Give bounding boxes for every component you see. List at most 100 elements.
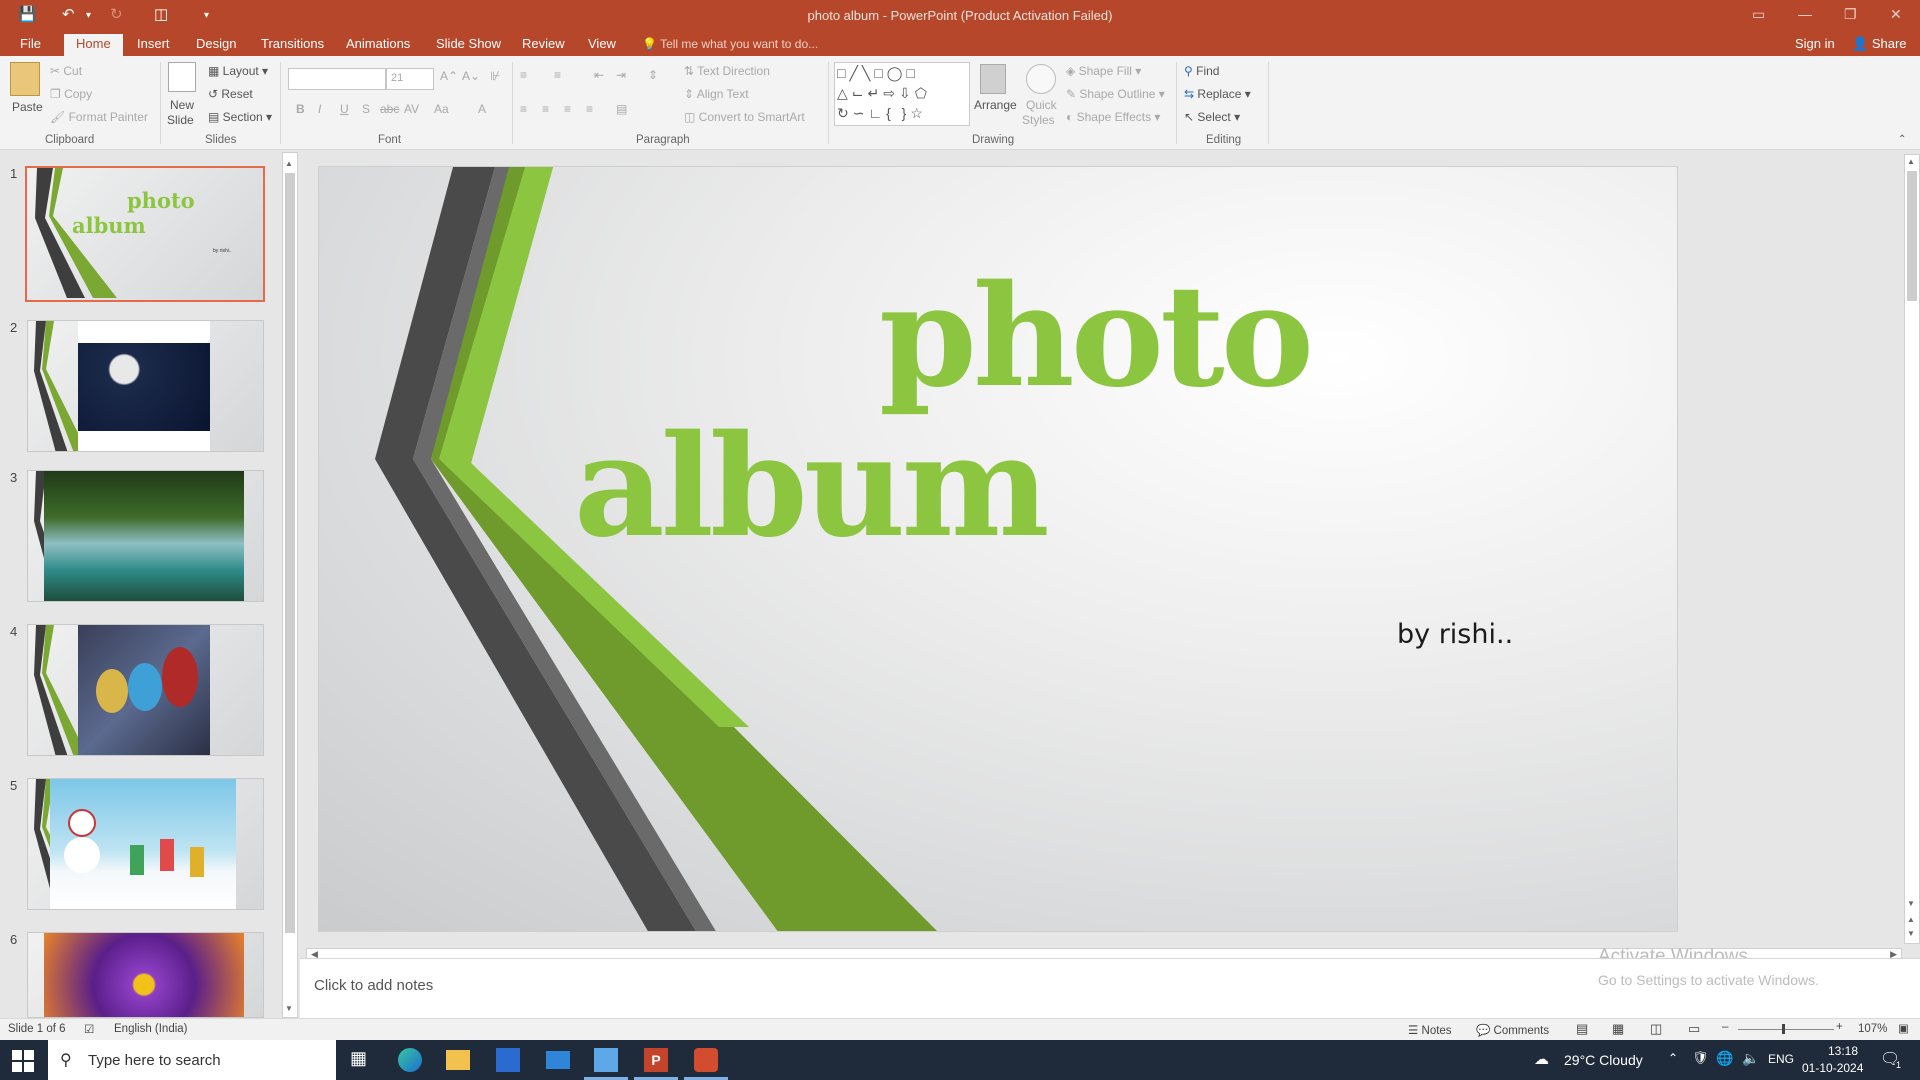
normal-view-icon[interactable]: ▤ xyxy=(1576,1021,1588,1037)
shapes-gallery[interactable]: □╱╲□◯□ △⌙↵⇨⇩⬠ ↻∽∟{ }☆ xyxy=(834,62,970,126)
editor-vertical-scrollbar[interactable]: ▲ ▼ ▲ ▼ xyxy=(1904,154,1920,944)
reset-button[interactable]: ↺ Reset xyxy=(208,87,253,101)
tab-animations[interactable]: Animations xyxy=(346,36,410,51)
slide-show-icon[interactable]: ▭ xyxy=(1688,1021,1700,1037)
weather-text[interactable]: 29°C Cloudy xyxy=(1564,1052,1643,1068)
weather-icon[interactable]: ☁ xyxy=(1534,1050,1549,1068)
photos-icon[interactable] xyxy=(594,1048,618,1072)
select-button[interactable]: ↖ Select ▾ xyxy=(1184,110,1240,124)
slide-thumbnail-1[interactable]: photo album by rishi.. xyxy=(25,166,265,302)
sign-in-link[interactable]: Sign in xyxy=(1795,36,1835,51)
notes-button[interactable]: ☰ Notes xyxy=(1408,1023,1452,1037)
slide-thumbnail-5[interactable] xyxy=(27,778,264,910)
microsoft-store-icon[interactable] xyxy=(496,1048,520,1072)
edge-icon[interactable] xyxy=(398,1048,422,1072)
arrange-icon[interactable] xyxy=(980,64,1006,94)
security-icon[interactable]: 🛡 xyxy=(1692,1050,1709,1066)
zoom-level[interactable]: 107% xyxy=(1858,1023,1887,1035)
show-hidden-icons[interactable]: ⌃ xyxy=(1668,1051,1678,1065)
notes-placeholder[interactable]: Click to add notes xyxy=(314,977,433,994)
tab-design[interactable]: Design xyxy=(196,36,236,51)
cut-button: ✂ Cut xyxy=(50,64,83,78)
share-button[interactable]: 👤 Share xyxy=(1852,36,1907,52)
app-icon[interactable] xyxy=(694,1048,718,1072)
font-name-combo[interactable] xyxy=(288,68,386,90)
character-spacing-icon: AV xyxy=(404,102,420,116)
slide-thumbnail-6[interactable] xyxy=(27,932,264,1018)
new-slide-label-2[interactable]: Slide xyxy=(167,113,194,127)
scroll-down-icon[interactable]: ▼ xyxy=(1907,899,1915,908)
tab-insert[interactable]: Insert xyxy=(137,36,170,51)
minimize-button[interactable]: — xyxy=(1798,6,1812,22)
next-slide-icon[interactable]: ▼ xyxy=(1907,929,1915,938)
slide-canvas[interactable]: photo album by rishi.. xyxy=(318,166,1678,932)
tell-me-box[interactable]: 💡 Tell me what you want to do... xyxy=(642,37,818,51)
slide-title-line2[interactable]: album xyxy=(574,417,1050,557)
clock-date[interactable]: 01-10-2024 xyxy=(1802,1061,1863,1075)
tab-view[interactable]: View xyxy=(588,36,616,51)
scroll-up-icon[interactable]: ▲ xyxy=(1907,157,1915,166)
zoom-slider[interactable] xyxy=(1738,1029,1834,1030)
tab-review[interactable]: Review xyxy=(522,36,565,51)
scroll-thumb[interactable] xyxy=(1907,171,1917,301)
windows-start-icon[interactable] xyxy=(12,1050,34,1072)
section-button[interactable]: ▤ Section ▾ xyxy=(208,110,272,124)
tab-home[interactable]: Home xyxy=(64,34,123,56)
spell-check-icon[interactable]: ☑ xyxy=(84,1022,94,1036)
paste-button[interactable]: Paste xyxy=(12,100,43,114)
close-button[interactable]: ✕ xyxy=(1890,6,1902,23)
collapse-ribbon-icon[interactable]: ⌃ xyxy=(1898,134,1906,145)
input-language[interactable]: ENG xyxy=(1768,1052,1794,1066)
clock-time[interactable]: 13:18 xyxy=(1818,1044,1868,1058)
powerpoint-icon[interactable]: P xyxy=(644,1048,668,1072)
mail-icon[interactable] xyxy=(546,1051,570,1069)
slide-thumbnail-2[interactable] xyxy=(27,320,264,452)
previous-slide-icon[interactable]: ▲ xyxy=(1907,915,1915,924)
decrease-indent-icon: ⇤ xyxy=(594,68,605,82)
window-title: photo album - PowerPoint (Product Activa… xyxy=(807,8,1113,23)
comments-button[interactable]: 💬 Comments xyxy=(1476,1023,1549,1037)
new-slide-icon[interactable] xyxy=(168,62,196,92)
notes-pane[interactable]: Click to add notes xyxy=(300,958,1920,1018)
select-label: Select xyxy=(1197,110,1231,124)
scroll-down-icon[interactable]: ▼ xyxy=(285,1004,293,1013)
task-view-icon[interactable]: ▦ xyxy=(350,1048,374,1072)
scroll-thumb[interactable] xyxy=(285,173,295,933)
new-slide-label-1[interactable]: New xyxy=(170,98,194,112)
slide-subtitle[interactable]: by rishi.. xyxy=(1397,619,1513,650)
thumb-title-line2: album xyxy=(72,213,146,238)
zoom-out-icon[interactable]: – xyxy=(1722,1021,1728,1033)
zoom-in-icon[interactable]: + xyxy=(1836,1021,1843,1033)
tab-slide-show[interactable]: Slide Show xyxy=(436,36,501,51)
tab-file[interactable]: File xyxy=(20,36,41,51)
replace-icon: ⇆ xyxy=(1184,87,1195,101)
slide-title-line1[interactable]: photo xyxy=(879,267,1314,407)
ribbon-display-options-icon[interactable]: ▭ xyxy=(1752,6,1765,23)
paste-icon[interactable] xyxy=(10,62,40,96)
underline-icon: U xyxy=(340,102,349,116)
network-icon[interactable]: 🌐 xyxy=(1716,1050,1733,1067)
find-button[interactable]: ⚲ Find xyxy=(1184,64,1219,78)
bullets-icon: ≡ xyxy=(520,68,528,82)
restore-button[interactable]: ❐ xyxy=(1844,6,1857,23)
volume-icon[interactable]: 🔈 xyxy=(1742,1050,1759,1067)
taskbar-search-box[interactable]: ⚲ Type here to search xyxy=(48,1040,336,1080)
slide-thumbnail-3[interactable] xyxy=(27,470,264,602)
slide-sorter-icon[interactable]: ▦ xyxy=(1612,1021,1624,1037)
reading-view-icon[interactable]: ◫ xyxy=(1650,1021,1662,1037)
thumbnails-scrollbar[interactable]: ▲ ▼ xyxy=(282,152,298,1018)
layout-button[interactable]: ▦ Layout ▾ xyxy=(208,64,268,78)
align-text-label: Align Text xyxy=(696,87,749,101)
scroll-up-icon[interactable]: ▲ xyxy=(285,159,293,168)
arrange-button[interactable]: Arrange xyxy=(974,98,1017,112)
font-size-combo[interactable]: 21 xyxy=(386,68,434,90)
tab-transitions[interactable]: Transitions xyxy=(261,36,324,51)
fit-slide-icon[interactable]: ▣ xyxy=(1898,1021,1909,1035)
file-explorer-icon[interactable] xyxy=(446,1050,470,1070)
language-indicator[interactable]: English (India) xyxy=(114,1023,188,1035)
slide-editor: photo album by rishi.. ▲ ▼ ▲ ▼ ◀ ▶ xyxy=(300,150,1920,962)
replace-button[interactable]: ⇆ Replace ▾ xyxy=(1184,87,1251,101)
slide-thumbnail-4[interactable] xyxy=(27,624,264,756)
format-painter-button: 🖌 Format Painter xyxy=(50,110,148,124)
zoom-slider-thumb[interactable] xyxy=(1782,1024,1785,1034)
